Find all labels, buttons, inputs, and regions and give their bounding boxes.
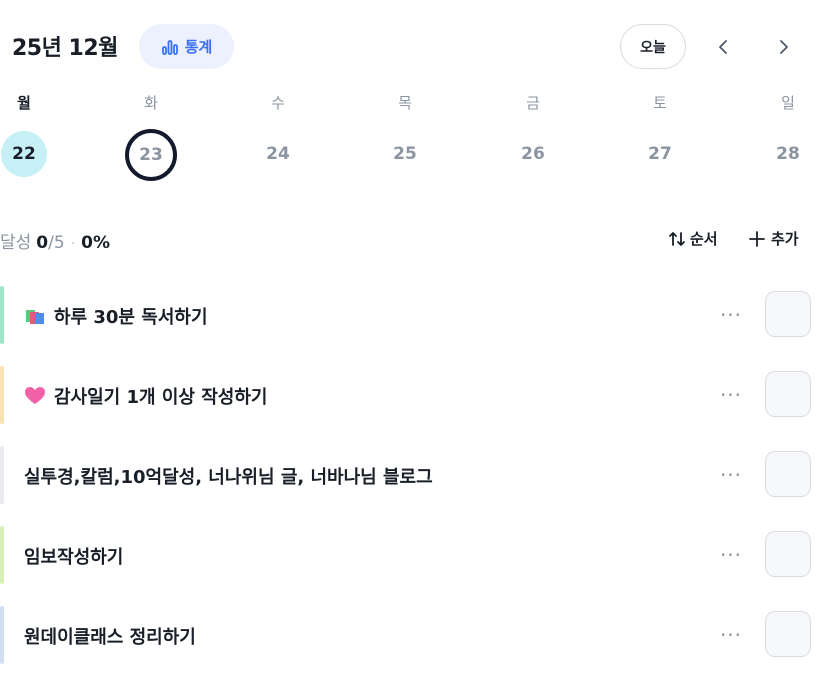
task-checkbox[interactable]	[765, 531, 811, 577]
date-23[interactable]: 23	[125, 129, 177, 181]
date-24[interactable]: 24	[254, 130, 302, 178]
task-color-bar	[0, 526, 4, 584]
books-icon	[26, 310, 44, 324]
task-title-text: 임보작성하기	[24, 547, 124, 568]
date-row: 22 23 24 25 26 27 28	[0, 129, 826, 181]
calendar-header: 25년 12월 통계 오늘	[0, 0, 826, 90]
summary-separator: ·	[70, 236, 76, 252]
task-title: 하루 30분 독서하기	[24, 303, 208, 329]
order-button[interactable]: 순서	[668, 228, 718, 249]
add-label: 추가	[771, 230, 799, 248]
bar-chart-icon	[161, 39, 178, 55]
weekday-mon: 월	[17, 94, 31, 112]
task-title: 임보작성하기	[24, 543, 123, 569]
today-button[interactable]: 오늘	[620, 24, 686, 69]
more-options-icon[interactable]: ···	[712, 380, 750, 410]
task-color-bar	[0, 606, 4, 664]
weekday-sat: 토	[653, 94, 667, 112]
date-26[interactable]: 26	[509, 130, 557, 178]
sort-arrows-icon	[669, 231, 685, 246]
chevron-right-icon	[780, 40, 788, 54]
add-button[interactable]: 추가	[748, 228, 799, 249]
task-color-bar	[0, 366, 4, 424]
task-item[interactable]: 임보작성하기 ···	[0, 526, 826, 584]
weekday-sun: 일	[781, 94, 795, 112]
weekday-row: 월 화 수 목 금 토 일	[0, 92, 826, 118]
previous-week-button[interactable]	[706, 29, 742, 65]
task-title-text: 원데이클래스 정리하기	[24, 627, 196, 648]
summary-label: 달성	[0, 233, 32, 253]
month-title[interactable]: 25년 12월	[12, 30, 118, 62]
stats-label: 통계	[184, 38, 213, 56]
task-item[interactable]: 원데이클래스 정리하기 ···	[0, 606, 826, 664]
pink-heart-icon	[25, 387, 45, 404]
weekday-wed: 수	[271, 94, 285, 112]
weekday-fri: 금	[526, 94, 540, 112]
chevron-left-icon	[719, 40, 727, 54]
date-27[interactable]: 27	[636, 130, 684, 178]
task-checkbox[interactable]	[765, 371, 811, 417]
next-week-button[interactable]	[765, 29, 801, 65]
more-options-icon[interactable]: ···	[712, 540, 750, 570]
more-options-icon[interactable]: ···	[712, 620, 750, 650]
task-title-text: 하루 30분 독서하기	[54, 307, 208, 328]
weekday-tue: 화	[144, 94, 158, 112]
task-item[interactable]: 실투경,칼럼,10억달성, 너나위님 글, 너바나님 블로그 ···	[0, 446, 826, 504]
task-title-text: 감사일기 1개 이상 작성하기	[54, 387, 268, 408]
task-item[interactable]: 감사일기 1개 이상 작성하기 ···	[0, 366, 826, 424]
achievement-summary: 달성 0 /5 · 0%	[0, 228, 110, 253]
achievement-percent: 0%	[81, 233, 110, 253]
task-title-text: 실투경,칼럼,10억달성, 너나위님 글, 너바나님 블로그	[24, 467, 433, 488]
order-label: 순서	[690, 230, 718, 248]
more-options-icon[interactable]: ···	[712, 460, 750, 490]
stats-button[interactable]: 통계	[139, 24, 234, 69]
plus-icon	[749, 230, 765, 247]
task-checkbox[interactable]	[765, 291, 811, 337]
task-color-bar	[0, 446, 4, 504]
done-count: 0	[36, 233, 49, 253]
task-checkbox[interactable]	[765, 611, 811, 657]
task-title: 감사일기 1개 이상 작성하기	[24, 383, 267, 409]
task-color-bar	[0, 286, 4, 344]
total-count: /5	[48, 233, 65, 253]
date-25[interactable]: 25	[381, 130, 429, 178]
task-item[interactable]: 하루 30분 독서하기 ···	[0, 286, 826, 344]
task-title: 원데이클래스 정리하기	[24, 623, 196, 649]
task-title: 실투경,칼럼,10억달성, 너나위님 글, 너바나님 블로그	[24, 463, 433, 489]
date-28[interactable]: 28	[764, 130, 812, 178]
more-options-icon[interactable]: ···	[712, 300, 750, 330]
date-22[interactable]: 22	[1, 131, 47, 177]
task-checkbox[interactable]	[765, 451, 811, 497]
weekday-thu: 목	[398, 94, 412, 112]
